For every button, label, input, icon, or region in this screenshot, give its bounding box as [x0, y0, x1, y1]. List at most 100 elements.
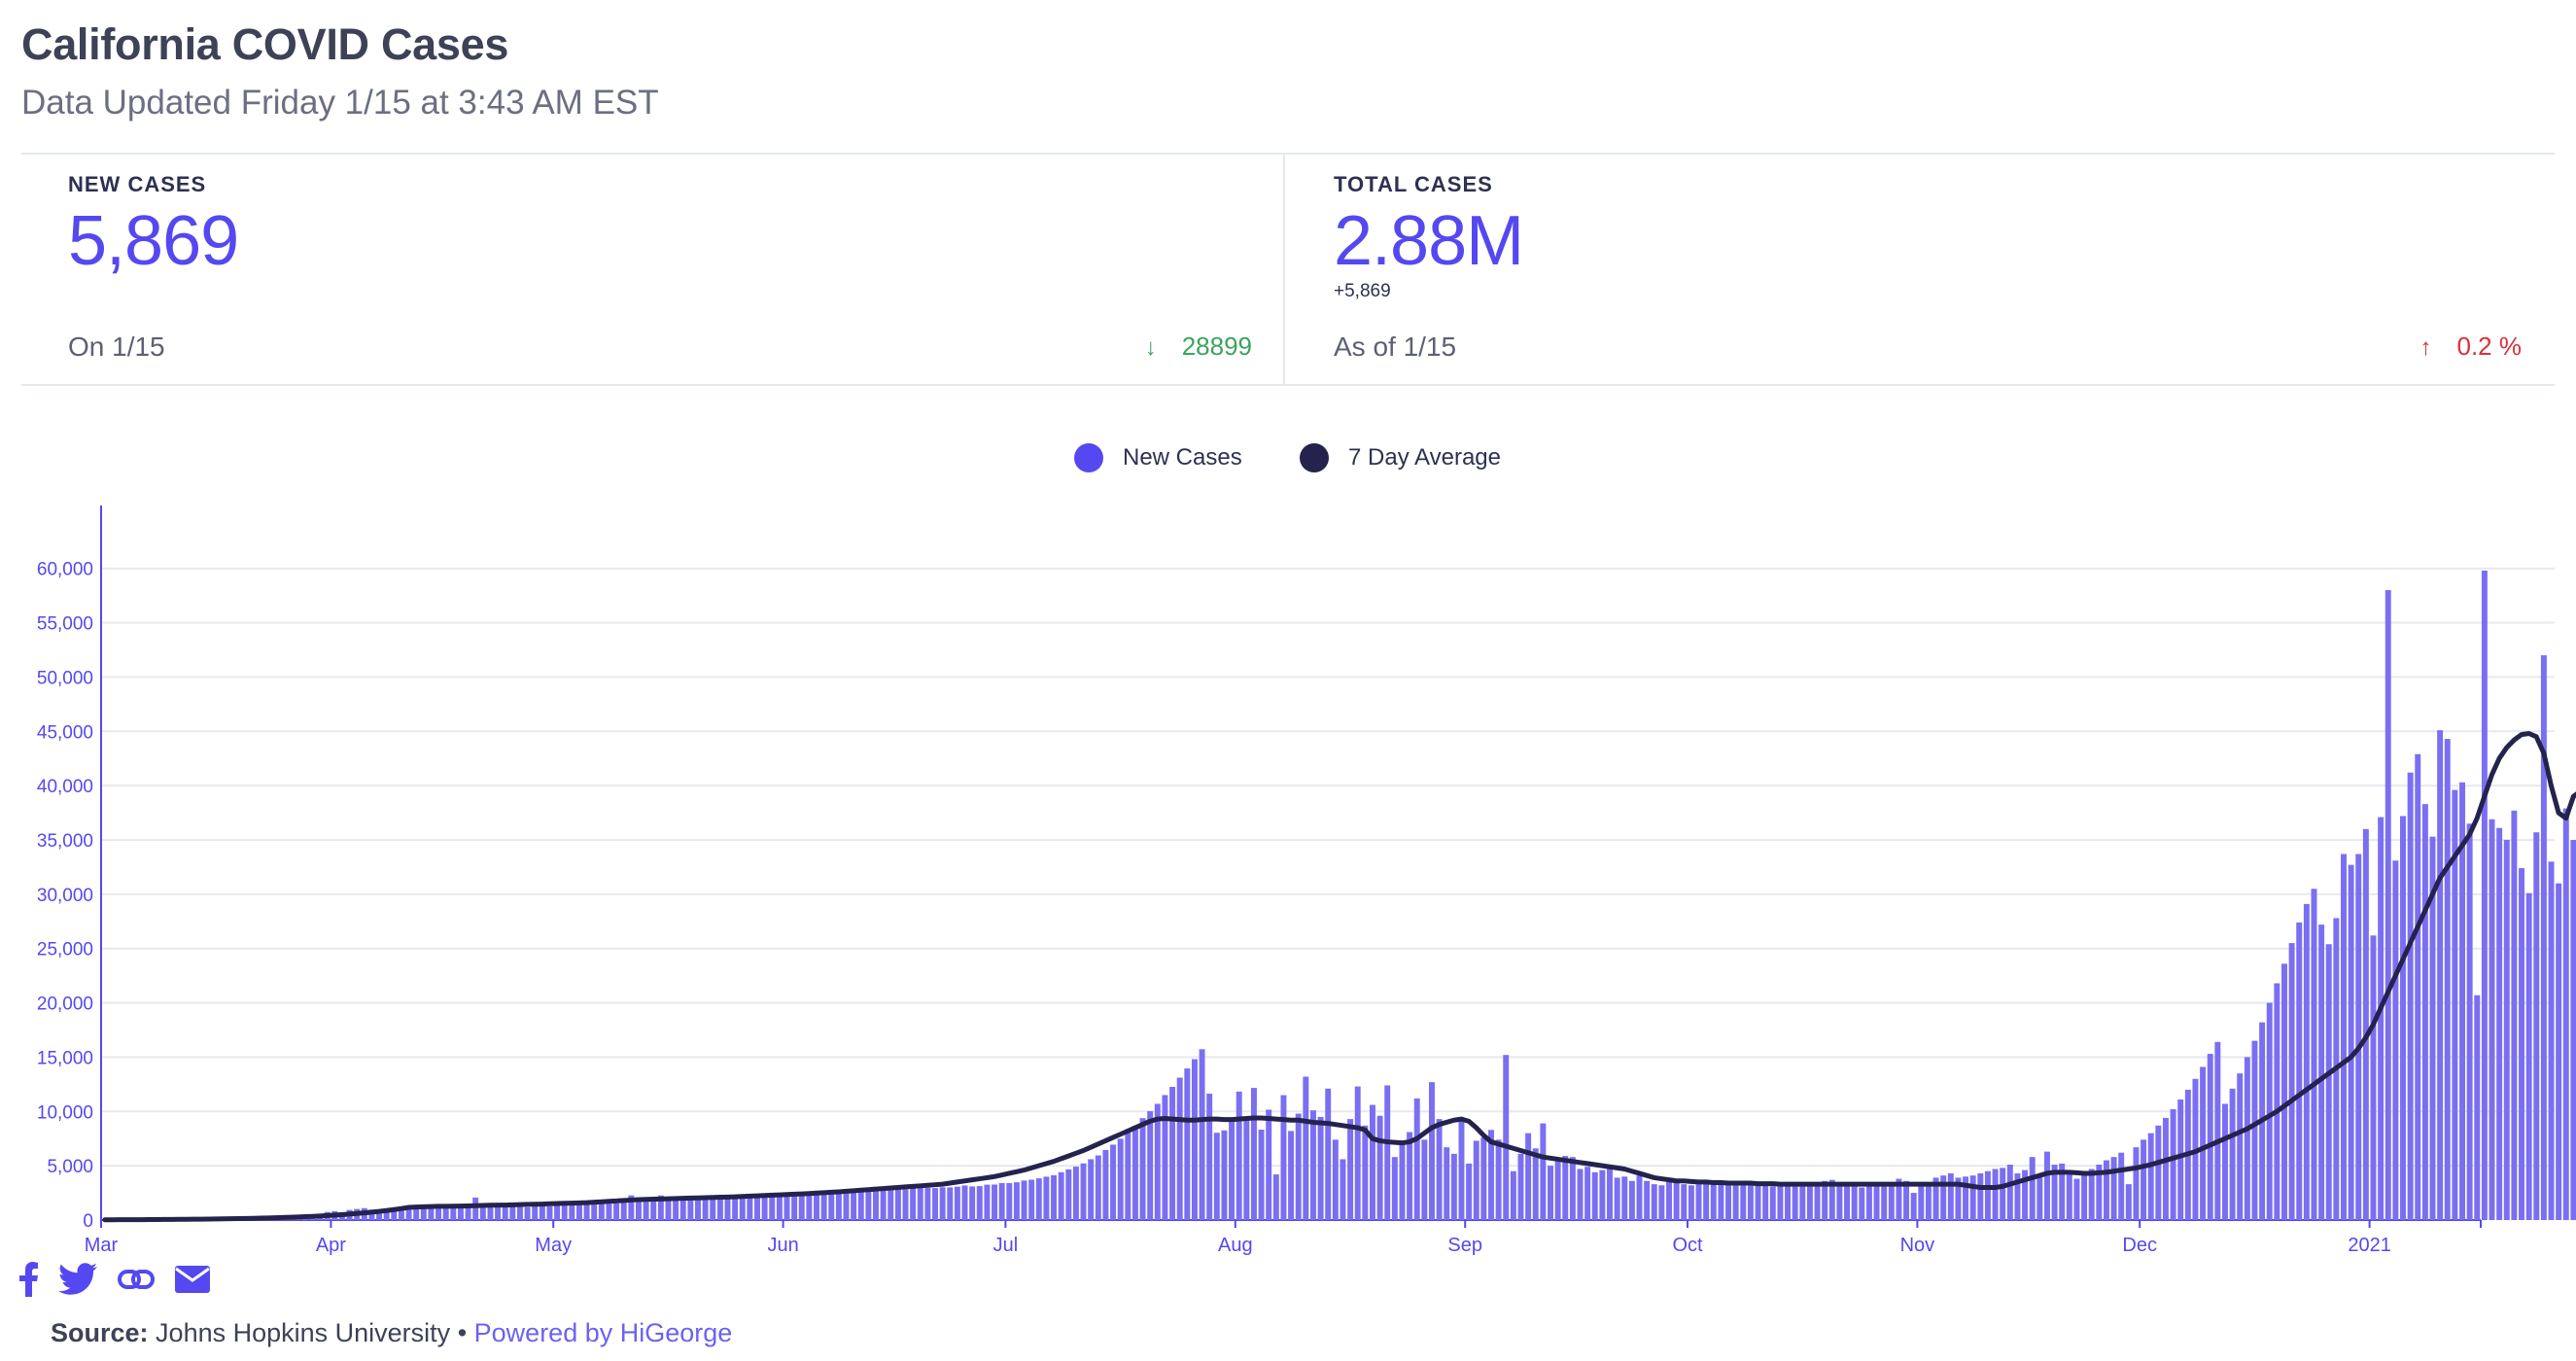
cases-chart: 0 5,000 10,000 15,000 20,000 25,000 30,000 35,0…	[37, 506, 2576, 1256]
legend-item-7-day-average[interactable]: 7 Day Average	[1300, 443, 1501, 472]
bar	[2378, 817, 2385, 1220]
source-text: Johns Hopkins University	[156, 1318, 451, 1347]
bar	[1718, 1180, 1724, 1220]
bar	[1243, 1117, 1250, 1220]
bar	[932, 1188, 938, 1220]
bar	[910, 1188, 917, 1220]
legend-dot-icon	[1300, 443, 1329, 472]
bar	[2348, 864, 2354, 1220]
bar	[1229, 1121, 1236, 1220]
bar	[1221, 1130, 1228, 1220]
bar	[1466, 1163, 1473, 1220]
bar	[2370, 935, 2377, 1220]
bar	[2125, 1184, 2132, 1220]
bar	[1851, 1186, 1858, 1220]
x-tick-label: Sep	[1447, 1235, 1482, 1256]
bar	[1910, 1193, 1917, 1220]
bar	[2362, 828, 2369, 1220]
bar	[2415, 753, 2421, 1220]
bar	[1607, 1169, 1613, 1220]
x-tick-label: May	[535, 1235, 572, 1256]
bar	[1399, 1142, 1406, 1220]
bar	[1799, 1184, 1806, 1220]
bar	[687, 1197, 694, 1220]
bar	[1769, 1186, 1776, 1220]
bar	[776, 1194, 783, 1220]
bar	[1548, 1166, 1553, 1220]
y-tick-label: 55,000	[37, 614, 93, 635]
bar	[888, 1188, 894, 1220]
new-cases-value: 5,869	[68, 202, 239, 280]
email-icon[interactable]	[175, 1266, 210, 1298]
bar	[1407, 1132, 1413, 1220]
facebook-icon[interactable]	[19, 1262, 39, 1302]
twitter-icon[interactable]	[58, 1263, 97, 1301]
y-tick-label: 5,000	[47, 1157, 93, 1177]
bar	[524, 1206, 531, 1220]
bar	[2266, 1002, 2273, 1220]
bar	[546, 1205, 553, 1220]
bar	[532, 1204, 539, 1220]
bar	[1644, 1180, 1651, 1220]
bar	[828, 1191, 835, 1220]
bar	[2177, 1099, 2184, 1220]
bar	[636, 1201, 642, 1220]
bar	[1599, 1169, 1606, 1220]
powered-by-link[interactable]: Powered by HiGeorge	[474, 1318, 733, 1347]
bar	[1317, 1116, 1324, 1220]
bar	[1673, 1179, 1680, 1220]
bar	[1873, 1184, 1880, 1220]
x-tick-label: Dec	[2122, 1235, 2157, 1256]
bar	[1865, 1186, 1872, 1220]
bar	[2229, 1088, 2236, 1220]
bar	[1162, 1095, 1168, 1220]
bar	[1510, 1170, 1516, 1220]
bar	[2147, 1133, 2154, 1221]
bar	[1658, 1185, 1665, 1220]
x-tick-label: Jul	[993, 1235, 1019, 1256]
bar	[1577, 1169, 1584, 1220]
bar	[1881, 1185, 1888, 1220]
bar	[924, 1187, 931, 1220]
bar	[1777, 1184, 1784, 1220]
bar	[2556, 883, 2562, 1220]
bar	[1969, 1175, 1976, 1220]
legend-dot-icon	[1074, 443, 1103, 472]
bar	[1762, 1181, 1769, 1220]
share-icons	[19, 1262, 210, 1302]
bar	[2519, 868, 2524, 1220]
bar	[598, 1204, 605, 1220]
bar	[2222, 1103, 2228, 1220]
source-line: Source: Johns Hopkins University • Power…	[51, 1318, 732, 1348]
new-cases-label: NEW CASES	[68, 172, 207, 196]
bar	[2214, 1041, 2221, 1220]
bar	[1110, 1144, 1117, 1220]
bar	[1347, 1119, 1354, 1220]
bar	[643, 1200, 649, 1220]
bar	[2170, 1109, 2176, 1220]
bar	[2355, 854, 2362, 1220]
bar	[1176, 1077, 1183, 1220]
bar	[1413, 1098, 1420, 1221]
bar	[1236, 1091, 1242, 1220]
bar	[1458, 1121, 1465, 1220]
bar	[1391, 1157, 1398, 1220]
bar	[2421, 804, 2428, 1220]
bar	[2437, 730, 2444, 1220]
bar	[2155, 1125, 2162, 1220]
bar	[2006, 1165, 2013, 1220]
bar	[487, 1206, 494, 1220]
bar	[1266, 1109, 1272, 1220]
x-tick-label: Mar	[85, 1235, 119, 1256]
bar	[969, 1186, 976, 1220]
bar	[2141, 1139, 2147, 1220]
bar	[673, 1200, 679, 1220]
legend-label-7-day-average: 7 Day Average	[1348, 444, 1501, 471]
link-icon[interactable]	[117, 1268, 156, 1296]
bar	[539, 1204, 545, 1220]
bar	[575, 1204, 582, 1220]
bar	[1384, 1085, 1391, 1220]
arrow-up-icon: ↑	[2419, 334, 2432, 361]
legend-item-new-cases[interactable]: New Cases	[1074, 443, 1242, 472]
bar	[754, 1196, 760, 1220]
